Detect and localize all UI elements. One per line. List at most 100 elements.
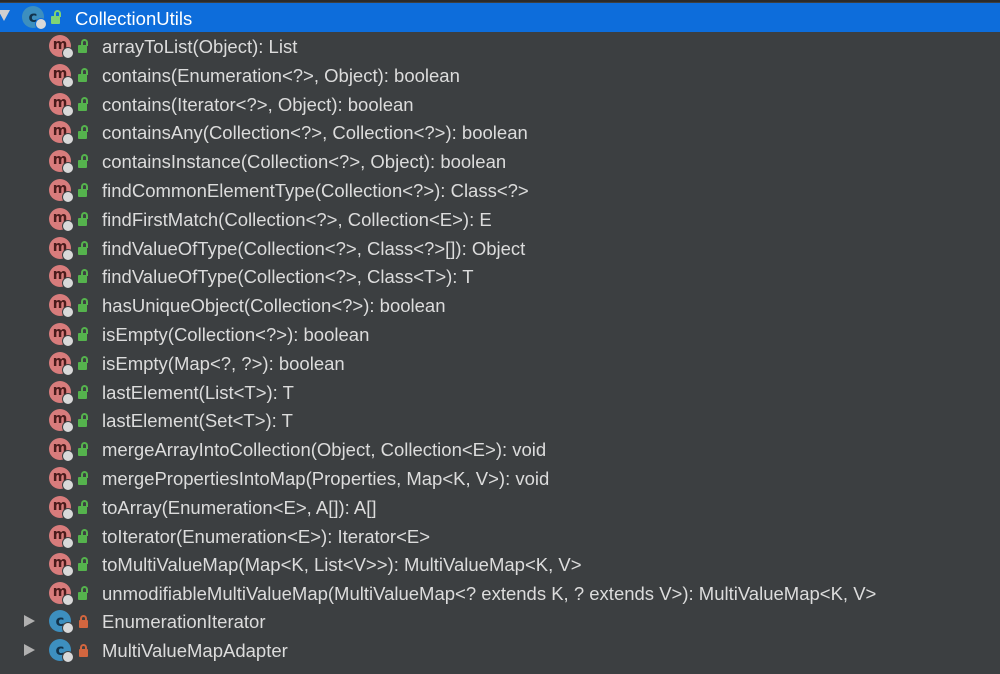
method-signature: contains(Enumeration<?>, Object): boolea… xyxy=(102,64,460,86)
method-signature: hasUniqueObject(Collection<?>): boolean xyxy=(102,295,446,317)
static-marker-icon xyxy=(62,392,74,405)
public-lock-icon xyxy=(78,327,88,341)
static-marker-icon xyxy=(62,162,74,175)
tree-node-method[interactable]: m findCommonElementType(Collection<?>): C… xyxy=(0,176,1000,205)
tree-node-method[interactable]: m lastElement(Set<T>): T xyxy=(0,406,1000,435)
method-signature: findCommonElementType(Collection<?>): Cl… xyxy=(102,180,529,201)
tree-node-method[interactable]: m containsAny(Collection<?>, Collection<?… xyxy=(0,118,1000,147)
method-icon: m xyxy=(49,351,74,376)
method-icon: m xyxy=(49,380,74,405)
static-marker-icon xyxy=(62,594,74,607)
public-lock-icon xyxy=(78,586,88,601)
method-icon: m xyxy=(49,524,74,549)
tree-node-method[interactable]: m isEmpty(Collection<?>): boolean xyxy=(0,320,1000,349)
tree-node-method[interactable]: m toMultiValueMap(Map<K, List<V>>): Multi… xyxy=(0,550,1000,579)
method-signature: toIterator(Enumeration<E>): Iterator<E> xyxy=(102,525,431,547)
public-lock-icon xyxy=(78,355,88,370)
public-lock-icon xyxy=(78,557,88,572)
method-signature: mergeArrayIntoCollection(Object, Collect… xyxy=(102,439,547,461)
method-icon: m xyxy=(49,63,74,88)
public-lock-icon xyxy=(78,39,88,53)
tree-node-method[interactable]: m unmodifiableMultiValueMap(MultiValueMap… xyxy=(0,579,1000,608)
method-icon: m xyxy=(49,323,74,347)
method-signature: findValueOfType(Collection<?>, Class<T>)… xyxy=(102,266,474,288)
method-signature: arrayToList(Object): List xyxy=(102,36,298,57)
tree-node-method[interactable]: m contains(Enumeration<?>, Object): boole… xyxy=(0,61,1000,90)
method-icon: m xyxy=(49,409,74,434)
static-marker-icon xyxy=(62,363,74,376)
collapse-arrow-icon[interactable] xyxy=(24,644,35,656)
structure-tree[interactable]: c CollectionUtils m arrayToList(Object): … xyxy=(0,0,1000,674)
tree-node-method[interactable]: m arrayToList(Object): List xyxy=(0,32,1000,61)
tree-node-method[interactable]: m hasUniqueObject(Collection<?>): boolean xyxy=(0,291,1000,320)
expand-arrow-icon[interactable] xyxy=(0,10,10,21)
private-lock-icon xyxy=(79,615,88,628)
public-lock-icon xyxy=(78,240,88,255)
public-lock-icon xyxy=(78,413,88,428)
static-marker-icon xyxy=(62,133,74,146)
method-signature: containsAny(Collection<?>, Collection<?>… xyxy=(102,122,528,144)
tree-node-method[interactable]: m toArray(Enumeration<E>, A[]): A[] xyxy=(0,493,1000,522)
static-marker-icon xyxy=(62,104,74,117)
method-icon: m xyxy=(49,294,74,319)
static-marker-icon xyxy=(62,536,74,549)
tree-node-collectionutils[interactable]: c CollectionUtils xyxy=(0,3,1000,32)
class-icon: c xyxy=(49,639,74,663)
method-icon: m xyxy=(49,265,74,290)
method-signature: findFirstMatch(Collection<?>, Collection… xyxy=(102,208,492,230)
method-icon: m xyxy=(49,179,74,203)
method-signature: containsInstance(Collection<?>, Object):… xyxy=(102,151,507,173)
method-icon: m xyxy=(49,582,74,607)
method-signature: isEmpty(Map<?, ?>): boolean xyxy=(102,352,345,374)
tree-node-multivaluemapadapter[interactable]: c MultiValueMapAdapter xyxy=(0,636,1000,665)
tree-node-method[interactable]: m containsInstance(Collection<?>, Object)… xyxy=(0,147,1000,176)
method-signature: findValueOfType(Collection<?>, Class<?>[… xyxy=(102,237,526,259)
tree-node-enumerationiterator[interactable]: c EnumerationIterator xyxy=(0,607,1000,636)
public-lock-icon xyxy=(78,269,88,284)
public-lock-icon xyxy=(78,154,88,169)
static-marker-icon xyxy=(62,277,74,290)
method-signature: toArray(Enumeration<E>, A[]): A[] xyxy=(102,496,377,518)
tree-node-label: EnumerationIterator xyxy=(102,611,266,632)
method-icon: m xyxy=(49,438,74,463)
public-lock-icon xyxy=(51,10,61,24)
method-signature: lastElement(Set<T>): T xyxy=(102,410,293,432)
method-icon: m xyxy=(49,121,74,146)
tree-node-method[interactable]: m toIterator(Enumeration<E>): Iterator<E> xyxy=(0,522,1000,551)
method-signature: isEmpty(Collection<?>): boolean xyxy=(102,324,370,345)
method-icon: m xyxy=(49,236,74,261)
method-icon: m xyxy=(49,207,74,232)
class-icon: c xyxy=(49,610,74,634)
collapse-arrow-icon[interactable] xyxy=(24,615,35,627)
tree-node-method[interactable]: m findFirstMatch(Collection<?>, Collectio… xyxy=(0,205,1000,234)
static-marker-icon xyxy=(62,306,74,319)
method-signature: toMultiValueMap(Map<K, List<V>>): MultiV… xyxy=(102,554,582,576)
tree-node-method[interactable]: m findValueOfType(Collection<?>, Class<?>… xyxy=(0,234,1000,263)
static-marker-icon xyxy=(62,248,74,261)
static-marker-icon xyxy=(62,335,74,347)
tree-node-method[interactable]: m contains(Iterator<?>, Object): boolean xyxy=(0,90,1000,119)
method-icon: m xyxy=(49,92,74,117)
tree-node-label: MultiValueMapAdapter xyxy=(102,640,288,661)
tree-node-method[interactable]: m isEmpty(Map<?, ?>): boolean xyxy=(0,349,1000,378)
private-lock-icon xyxy=(79,644,88,657)
tree-node-method[interactable]: m lastElement(List<T>): T xyxy=(0,378,1000,407)
static-marker-icon xyxy=(62,47,74,59)
static-marker-icon xyxy=(62,651,74,663)
tree-node-label: CollectionUtils xyxy=(75,8,193,29)
static-marker-icon xyxy=(62,191,74,203)
public-lock-icon xyxy=(78,471,88,485)
static-marker-icon xyxy=(62,75,74,88)
public-lock-icon xyxy=(78,67,88,82)
method-icon: m xyxy=(49,35,74,59)
public-lock-icon xyxy=(78,298,88,313)
method-icon: m xyxy=(49,150,74,175)
tree-node-method[interactable]: m mergePropertiesIntoMap(Properties, Map<… xyxy=(0,464,1000,493)
static-marker-icon xyxy=(62,450,74,463)
method-signature: mergePropertiesIntoMap(Properties, Map<K… xyxy=(102,468,550,489)
static-marker-icon xyxy=(62,565,74,578)
tree-node-method[interactable]: m findValueOfType(Collection<?>, Class<T>… xyxy=(0,262,1000,291)
method-icon: m xyxy=(49,495,74,520)
tree-node-method[interactable]: m mergeArrayIntoCollection(Object, Collec… xyxy=(0,435,1000,464)
method-icon: m xyxy=(49,553,74,578)
